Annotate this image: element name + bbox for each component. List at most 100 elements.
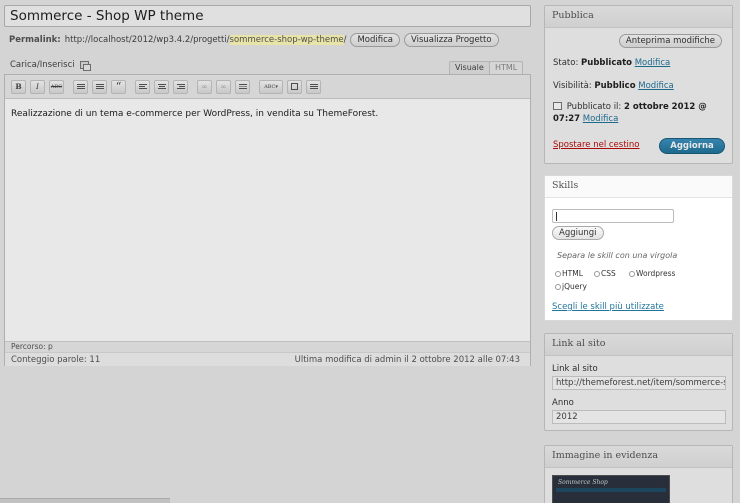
editor-path-bar: Percorso: p: [5, 341, 530, 352]
bold-button[interactable]: B: [11, 79, 26, 94]
editor-status-bar: Conteggio parole: 11 Ultima modifica di …: [5, 352, 530, 366]
published-label: Pubblicato il:: [566, 102, 622, 112]
published-edit-link[interactable]: Modifica: [583, 114, 619, 124]
published-date: 2 ottobre 2012 @: [624, 102, 707, 112]
thumbnail-nav-bar: [556, 488, 666, 492]
permalink-row: Permalink: http://localhost/2012/wp3.4.2…: [9, 33, 499, 47]
post-editor: B I ABC “ ∞ ∞ ABC ▾ Realizzazione di un t…: [4, 74, 531, 366]
align-left-icon: [138, 84, 147, 89]
visibility-value: Pubblico: [594, 81, 636, 91]
strikethrough-icon: ABC: [50, 83, 63, 90]
unlink-button[interactable]: ∞: [216, 79, 231, 94]
numbered-list-button[interactable]: [92, 79, 107, 94]
numbered-list-icon: [95, 84, 104, 89]
word-count: Conteggio parole: 11: [11, 354, 101, 365]
media-upload-row[interactable]: Carica/Inserisci: [10, 60, 91, 71]
kitchen-sink-button[interactable]: [306, 79, 321, 94]
radio-icon[interactable]: [594, 270, 600, 277]
skill-option-label: Wordpress: [636, 269, 676, 278]
insert-link-button[interactable]: ∞: [197, 79, 212, 94]
align-center-icon: [157, 84, 166, 89]
featured-image-thumbnail[interactable]: Sommerce Shop: [552, 475, 670, 503]
status-edit-link[interactable]: Modifica: [635, 58, 671, 68]
published-time: 07:27: [553, 114, 581, 124]
visibility-edit-link[interactable]: Modifica: [638, 81, 674, 91]
visibility-label: Visibilità:: [553, 81, 592, 91]
skill-option-jquery[interactable]: jQuery: [555, 282, 587, 291]
update-button[interactable]: Aggiorna: [659, 138, 725, 154]
italic-icon: I: [36, 82, 39, 91]
published-time-line: 07:27 Modifica: [553, 114, 618, 124]
skill-hint: Separa le skill con una virgola: [557, 251, 678, 260]
preview-changes-button[interactable]: Anteprima modifiche: [618, 34, 722, 48]
featured-image-box-title[interactable]: Immagine in evidenza: [545, 446, 732, 468]
blockquote-icon: “: [115, 80, 122, 93]
align-center-button[interactable]: [154, 79, 169, 94]
fullscreen-button[interactable]: [287, 79, 302, 94]
tab-visual[interactable]: Visuale: [449, 61, 490, 74]
site-url-input[interactable]: http://themeforest.net/item/sommerce-s: [552, 376, 726, 390]
status-line: Stato: Pubblicato Modifica: [553, 58, 670, 68]
media-upload-icon[interactable]: [79, 61, 91, 71]
radio-icon[interactable]: [555, 283, 561, 290]
thumbnail-logo-text: Sommerce Shop: [558, 479, 608, 486]
move-to-trash-link[interactable]: Spostare nel cestino: [553, 140, 640, 150]
calendar-icon: [553, 102, 562, 110]
skill-option-css[interactable]: CSS: [594, 269, 616, 278]
skill-input[interactable]: [552, 209, 674, 223]
skill-option-label: jQuery: [562, 282, 587, 291]
visibility-line: Visibilità: Pubblico Modifica: [553, 81, 674, 91]
link-icon: ∞: [201, 82, 208, 91]
kitchen-sink-icon: [309, 84, 318, 89]
path-label: Percorso:: [11, 342, 46, 351]
tab-html[interactable]: HTML: [489, 61, 524, 74]
year-label: Anno: [552, 398, 574, 408]
permalink-tail: /: [343, 35, 347, 45]
editor-content[interactable]: Realizzazione di un tema e-commerce per …: [5, 100, 530, 341]
bold-icon: B: [15, 82, 22, 91]
publish-box: Pubblica Anteprima modifiche Stato: Pubb…: [544, 5, 733, 164]
permalink-slug[interactable]: sommerce-shop-wp-theme: [229, 35, 344, 45]
skill-option-html[interactable]: HTML: [555, 269, 583, 278]
skill-option-label: HTML: [562, 269, 583, 278]
status-label: Stato:: [553, 58, 579, 68]
spellcheck-button[interactable]: ABC ▾: [259, 79, 283, 94]
align-right-icon: [176, 84, 185, 89]
italic-button[interactable]: I: [30, 79, 45, 94]
radio-icon[interactable]: [629, 270, 635, 277]
bullet-list-icon: [76, 84, 85, 89]
publish-box-title[interactable]: Pubblica: [545, 6, 732, 28]
media-upload-label[interactable]: Carica/Inserisci: [10, 60, 75, 70]
permalink-label: Permalink:: [9, 35, 61, 45]
skill-option-wordpress[interactable]: Wordpress: [629, 269, 675, 278]
last-modified: Ultima modifica di admin il 2 ottobre 20…: [294, 354, 520, 365]
choose-popular-skills-link[interactable]: Scegli le skill più utilizzate: [552, 302, 664, 312]
radio-icon[interactable]: [555, 270, 561, 277]
blockquote-button[interactable]: “: [111, 79, 126, 94]
featured-image-box: Immagine in evidenza Sommerce Shop: [544, 445, 733, 503]
status-value: Pubblicato: [581, 58, 633, 68]
post-title-input[interactable]: Sommerce - Shop WP theme: [4, 5, 531, 27]
skills-box-title[interactable]: Skills: [545, 176, 732, 198]
skills-box: Skills Aggiungi Separa le skill con una …: [544, 175, 733, 321]
skill-option-label: CSS: [601, 269, 616, 278]
site-link-box: Link al sito Link al sito http://themefo…: [544, 333, 733, 431]
view-project-button[interactable]: Visualizza Progetto: [404, 33, 499, 47]
strikethrough-button[interactable]: ABC: [49, 79, 64, 94]
site-link-box-title[interactable]: Link al sito: [545, 334, 732, 356]
align-right-button[interactable]: [173, 79, 188, 94]
more-tag-icon: [238, 84, 247, 89]
fullscreen-icon: [291, 83, 298, 90]
published-date-line: Pubblicato il: 2 ottobre 2012 @: [553, 102, 707, 112]
editor-toolbar: B I ABC “ ∞ ∞ ABC ▾: [5, 75, 530, 99]
insert-more-button[interactable]: [235, 79, 250, 94]
bullet-list-button[interactable]: [73, 79, 88, 94]
horizontal-scrollbar[interactable]: [0, 498, 170, 503]
permalink-base: http://localhost/2012/wp3.4.2/progetti/: [64, 35, 230, 45]
align-left-button[interactable]: [135, 79, 150, 94]
edit-permalink-button[interactable]: Modifica: [350, 33, 400, 47]
add-skill-button[interactable]: Aggiungi: [552, 226, 604, 240]
year-input[interactable]: 2012: [552, 410, 726, 424]
unlink-icon: ∞: [220, 82, 227, 91]
path-value[interactable]: p: [48, 342, 53, 351]
